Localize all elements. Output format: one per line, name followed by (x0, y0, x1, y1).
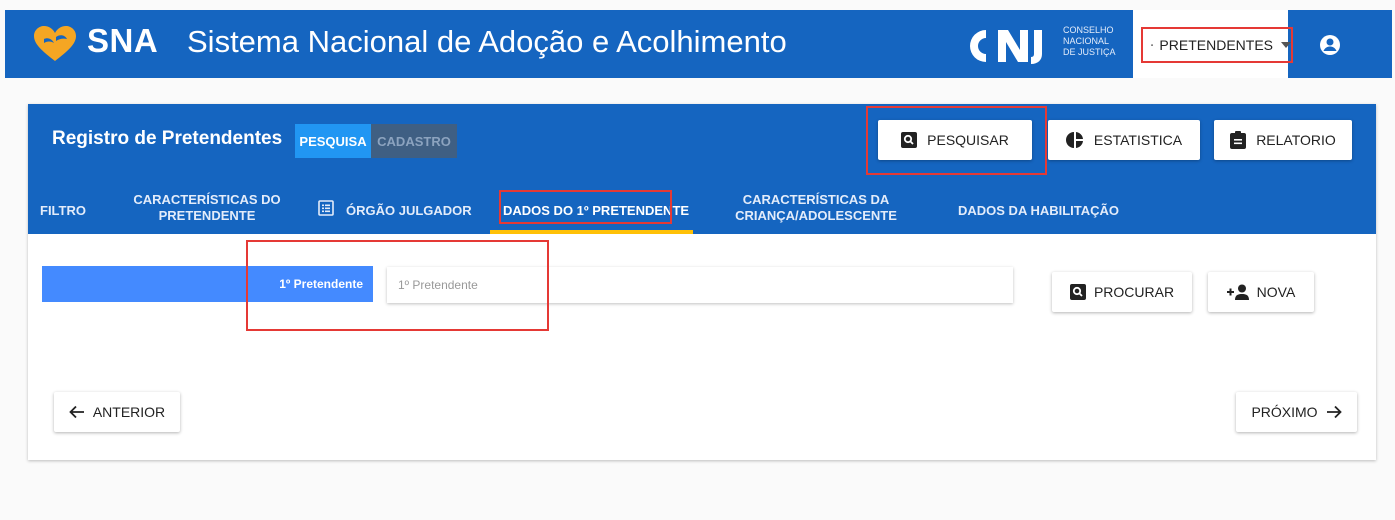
role-dropdown-button[interactable]: PRETENDENTES (1141, 27, 1293, 63)
brand-name: SNA (87, 22, 159, 59)
arrow-left-icon (69, 405, 84, 419)
active-tab-indicator (490, 230, 693, 234)
tab-applicant-line-2: PRETENDENTE (158, 208, 256, 223)
arrow-right-icon (1326, 405, 1342, 419)
card-header: Registro de Pretendentes PESQUISA CADAST… (28, 104, 1376, 234)
tab-child-line-1: CARACTERÍSTICAS DA (742, 192, 890, 207)
page-title: Registro de Pretendentes (52, 128, 283, 149)
next-button[interactable]: PRÓXIMO (1236, 392, 1357, 432)
statistics-button[interactable]: ESTATISTICA (1048, 120, 1200, 160)
tab-applicant-characteristics[interactable]: CARACTERÍSTICAS DO PRETENDENTE (126, 192, 288, 224)
highlight-box (246, 240, 549, 331)
pie-chart-icon (1065, 132, 1083, 148)
highlight-box (866, 106, 1047, 175)
highlight-box (499, 190, 672, 224)
role-label: PRETENDENTES (1159, 37, 1273, 53)
tab-filter[interactable]: FILTRO (40, 203, 86, 219)
sna-heart-logo-icon (34, 26, 76, 61)
next-label: PRÓXIMO (1251, 404, 1318, 420)
list-icon (318, 200, 334, 216)
report-label: RELATORIO (1256, 132, 1336, 148)
cnj-logo-icon (970, 30, 1042, 64)
mode-tab-search[interactable]: PESQUISA (295, 124, 371, 158)
role-menu[interactable]: PRETENDENTES (1133, 10, 1293, 78)
find-button[interactable]: PROCURAR (1052, 272, 1192, 312)
clipboard-icon (1230, 131, 1247, 149)
search-icon (1069, 284, 1086, 300)
tab-child-line-2: CRIANÇA/ADOLESCENTE (735, 208, 897, 223)
previous-label: ANTERIOR (92, 404, 166, 420)
chevron-down-icon (1281, 42, 1291, 48)
cnj-wordmark: CONSELHO NACIONAL DE JUSTIÇA (1063, 25, 1116, 58)
tab-applicant-line-1: CARACTERÍSTICAS DO (133, 192, 281, 207)
people-icon (1151, 44, 1154, 46)
tab-qualification[interactable]: DADOS DA HABILITAÇÃO (958, 203, 1119, 219)
cnj-line-3: DE JUSTIÇA (1063, 47, 1116, 57)
report-button[interactable]: RELATORIO (1214, 120, 1352, 160)
previous-button[interactable]: ANTERIOR (54, 392, 180, 432)
new-button[interactable]: NOVA (1208, 272, 1314, 312)
user-account-icon[interactable] (1319, 34, 1341, 56)
cnj-line-1: CONSELHO (1063, 25, 1114, 35)
statistics-label: ESTATISTICA (1093, 132, 1183, 148)
cnj-line-2: NACIONAL (1063, 36, 1110, 46)
mode-tab-register[interactable]: CADASTRO (371, 124, 457, 158)
find-label: PROCURAR (1093, 284, 1175, 300)
app-header: SNA Sistema Nacional de Adoção e Acolhim… (5, 10, 1392, 78)
add-person-icon (1226, 284, 1249, 300)
tab-child-characteristics[interactable]: CARACTERÍSTICAS DA CRIANÇA/ADOLESCENTE (716, 192, 916, 224)
tab-court[interactable]: ÓRGÃO JULGADOR (346, 203, 472, 219)
app-title: Sistema Nacional de Adoção e Acolhimento (187, 24, 787, 59)
new-label: NOVA (1256, 284, 1296, 300)
registry-card: Registro de Pretendentes PESQUISA CADAST… (28, 104, 1376, 460)
